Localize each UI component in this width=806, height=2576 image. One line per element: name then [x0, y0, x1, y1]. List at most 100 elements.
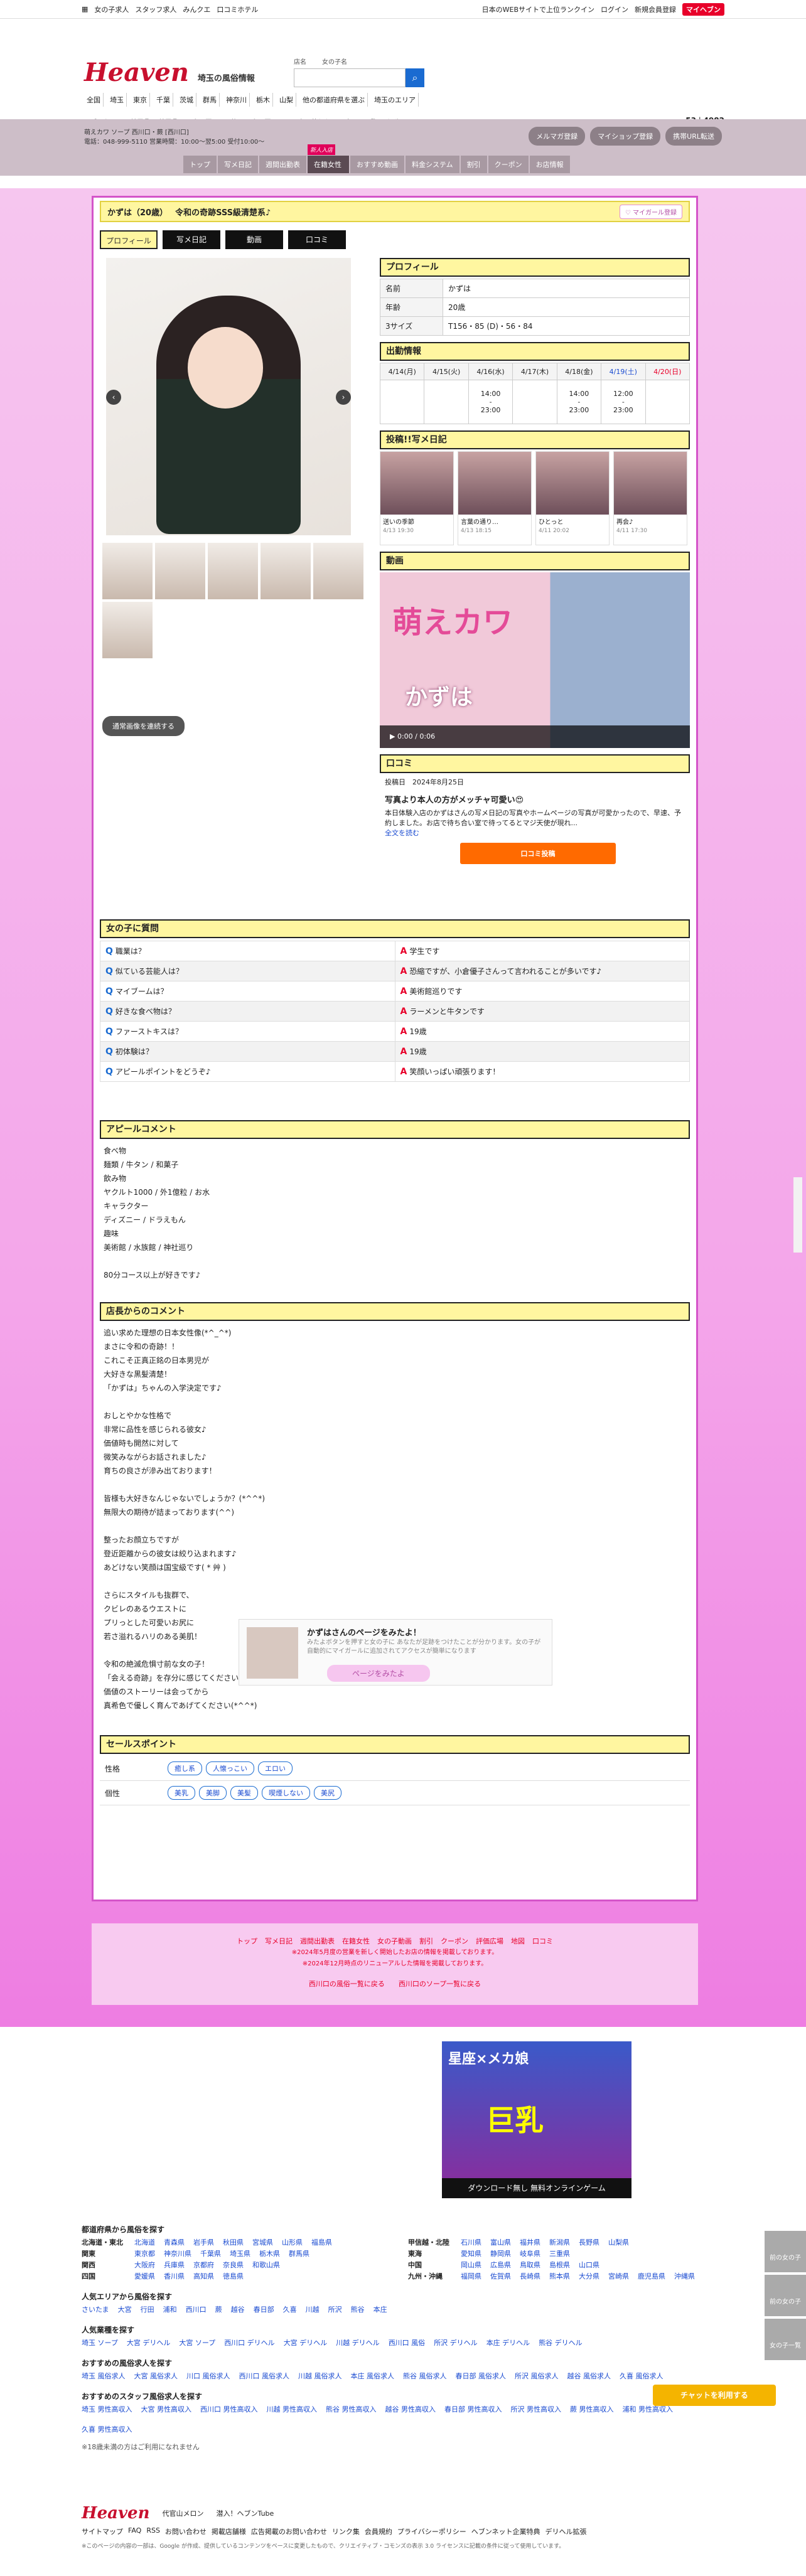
thumbnail[interactable] — [208, 543, 258, 599]
legal-link[interactable]: プライバシーポリシー — [397, 2526, 466, 2536]
industry-link[interactable]: 本庄 デリヘル — [486, 2338, 530, 2349]
industry-link[interactable]: 大宮 デリヘル — [127, 2338, 171, 2349]
pref-link[interactable]: 新潟県 — [549, 2237, 570, 2248]
pref-link[interactable]: 兵庫県 — [164, 2260, 185, 2271]
pref-link[interactable]: 広島県 — [490, 2260, 511, 2271]
pref-link[interactable]: 石川県 — [461, 2237, 481, 2248]
legal-link[interactable]: ヘブンネット企業特典 — [471, 2526, 540, 2536]
legal-link[interactable]: お問い合わせ — [165, 2526, 207, 2536]
pref-link[interactable]: 千葉県 — [200, 2248, 221, 2260]
pref-link[interactable]: 宮崎県 — [608, 2271, 629, 2282]
point-tag[interactable]: 美脚 — [199, 1786, 227, 1800]
top-link[interactable]: みんクエ — [183, 4, 210, 14]
area-link[interactable]: 春日部 — [254, 2304, 274, 2316]
pref-link[interactable]: 富山県 — [490, 2237, 511, 2248]
back-link[interactable]: 西川口の風俗一覧に戻る — [309, 1980, 385, 1988]
pref-link[interactable]: 東京都 — [134, 2248, 155, 2260]
pref-link[interactable]: 島根県 — [549, 2260, 570, 2271]
pref-link[interactable]: 山形県 — [282, 2237, 303, 2248]
tab-diary[interactable]: 写メ日記 — [218, 156, 258, 173]
staff-link[interactable]: 所沢 男性高収入 — [511, 2404, 562, 2415]
job-link[interactable]: 所沢 風俗求人 — [515, 2371, 559, 2382]
pref-link[interactable]: 栃木県 — [259, 2248, 280, 2260]
footer-logo[interactable]: Heaven — [82, 2504, 150, 2523]
legal-link[interactable]: サイトマップ — [82, 2526, 123, 2536]
footer-link[interactable]: 女の子動画 — [377, 1936, 412, 1947]
pref-link[interactable]: 奈良県 — [223, 2260, 244, 2271]
job-link[interactable]: 大宮 風俗求人 — [134, 2371, 178, 2382]
pref-link[interactable]: 佐賀県 — [490, 2271, 511, 2282]
legal-link[interactable]: 掲載店舗様 — [212, 2526, 246, 2536]
area-link[interactable]: 茨城 — [177, 93, 196, 107]
area-link[interactable]: 大宮 — [118, 2304, 132, 2316]
pref-link[interactable]: 岐阜県 — [520, 2248, 540, 2260]
area-link[interactable]: 群馬 — [200, 93, 220, 107]
footer-sub-link[interactable]: 潜入！ヘブンTube — [217, 2508, 274, 2518]
job-link[interactable]: 熊谷 風俗求人 — [403, 2371, 447, 2382]
area-link[interactable]: 所沢 — [328, 2304, 342, 2316]
industry-link[interactable]: 西川口 風俗 — [389, 2338, 426, 2349]
pref-link[interactable]: 岩手県 — [193, 2237, 214, 2248]
footer-link[interactable]: 地図 — [511, 1936, 525, 1947]
diary-card[interactable]: 言葉の通り… 4/13 18:15 — [458, 451, 532, 545]
search-label-girl[interactable]: 女の子名 — [322, 56, 347, 66]
job-link[interactable]: 埼玉 風俗求人 — [82, 2371, 126, 2382]
login-link[interactable]: ログイン — [601, 4, 628, 14]
main-photo[interactable]: ‹ › — [106, 258, 351, 535]
staff-link[interactable]: 蕨 男性高収入 — [570, 2404, 614, 2415]
area-link[interactable]: 越谷 — [231, 2304, 245, 2316]
industry-link[interactable]: 熊谷 デリヘル — [539, 2338, 583, 2349]
tab-diary[interactable]: 写メ日記 — [163, 230, 220, 249]
staff-link[interactable]: 越谷 男性高収入 — [385, 2404, 436, 2415]
area-link[interactable]: 栃木 — [254, 93, 273, 107]
staff-link[interactable]: 川越 男性高収入 — [267, 2404, 318, 2415]
legal-link[interactable]: デリヘル拡張 — [545, 2526, 586, 2536]
pref-link[interactable]: 岡山県 — [461, 2260, 481, 2271]
pref-link[interactable]: 愛媛県 — [134, 2271, 155, 2282]
legal-link[interactable]: RSS — [146, 2526, 160, 2536]
area-link[interactable]: 本庄 — [373, 2304, 387, 2316]
search-input[interactable] — [294, 68, 406, 87]
job-link[interactable]: 越谷 風俗求人 — [567, 2371, 611, 2382]
top-link[interactable]: 口コミホテル — [217, 4, 258, 14]
tab-video[interactable]: 動画 — [225, 230, 283, 249]
pref-link[interactable]: 神奈川県 — [164, 2248, 191, 2260]
footer-link[interactable]: トップ — [237, 1936, 257, 1947]
ad-banner[interactable]: 星座×メカ娘 巨乳 ダウンロード無し 無料オンラインゲーム — [442, 2041, 631, 2198]
job-link[interactable]: 本庄 風俗求人 — [351, 2371, 395, 2382]
play-icon[interactable]: ▶ — [390, 732, 395, 740]
myshop-button[interactable]: マイショップ登録 — [590, 127, 661, 146]
top-link[interactable]: スタッフ求人 — [135, 4, 176, 14]
pref-link[interactable]: 秋田県 — [223, 2237, 244, 2248]
video-player[interactable]: 萌えカワ かずは ▶ 0:00 / 0:06 — [380, 572, 690, 748]
thumbnail[interactable] — [102, 543, 153, 599]
industry-link[interactable]: 川越 デリヘル — [336, 2338, 380, 2349]
area-link[interactable]: 久喜 — [283, 2304, 297, 2316]
prev-girl-button[interactable]: 前の女の子 — [765, 2275, 806, 2316]
footer-link[interactable]: 評価広場 — [476, 1936, 503, 1947]
chat-button[interactable]: チャットを利用する — [653, 2385, 776, 2406]
pref-link[interactable]: 鳥取県 — [520, 2260, 540, 2271]
pref-link[interactable]: 福岡県 — [461, 2271, 481, 2282]
area-link[interactable]: 埼玉のエリア — [372, 93, 419, 107]
footer-link[interactable]: 写メ日記 — [265, 1936, 293, 1947]
tab-review[interactable]: 口コミ — [288, 230, 346, 249]
all-images-button[interactable]: 通常画像を連続する — [102, 716, 185, 736]
site-logo[interactable]: Heaven 埼玉の風俗情報 — [84, 58, 255, 87]
thumbnail[interactable] — [313, 543, 363, 599]
grid-icon[interactable]: ▦ — [82, 5, 88, 13]
pref-link[interactable]: 大分県 — [579, 2271, 599, 2282]
job-link[interactable]: 久喜 風俗求人 — [620, 2371, 664, 2382]
tab-shopinfo[interactable]: お店情報 — [529, 156, 570, 173]
search-label-shop[interactable]: 店名 — [294, 56, 306, 66]
video-controls[interactable]: ▶ 0:00 / 0:06 — [380, 725, 690, 748]
area-link[interactable]: さいたま — [82, 2304, 109, 2316]
pref-link[interactable]: 三重県 — [549, 2248, 570, 2260]
area-link[interactable]: 行田 — [141, 2304, 154, 2316]
point-tag[interactable]: 美尻 — [314, 1786, 341, 1800]
staff-link[interactable]: 春日部 男性高収入 — [444, 2404, 502, 2415]
side-widget[interactable] — [793, 1177, 802, 1253]
mobile-url-button[interactable]: 携帯URL転送 — [665, 127, 722, 146]
diary-card[interactable]: 再会♪ 4/11 17:30 — [613, 451, 687, 545]
job-link[interactable]: 西川口 風俗求人 — [239, 2371, 290, 2382]
